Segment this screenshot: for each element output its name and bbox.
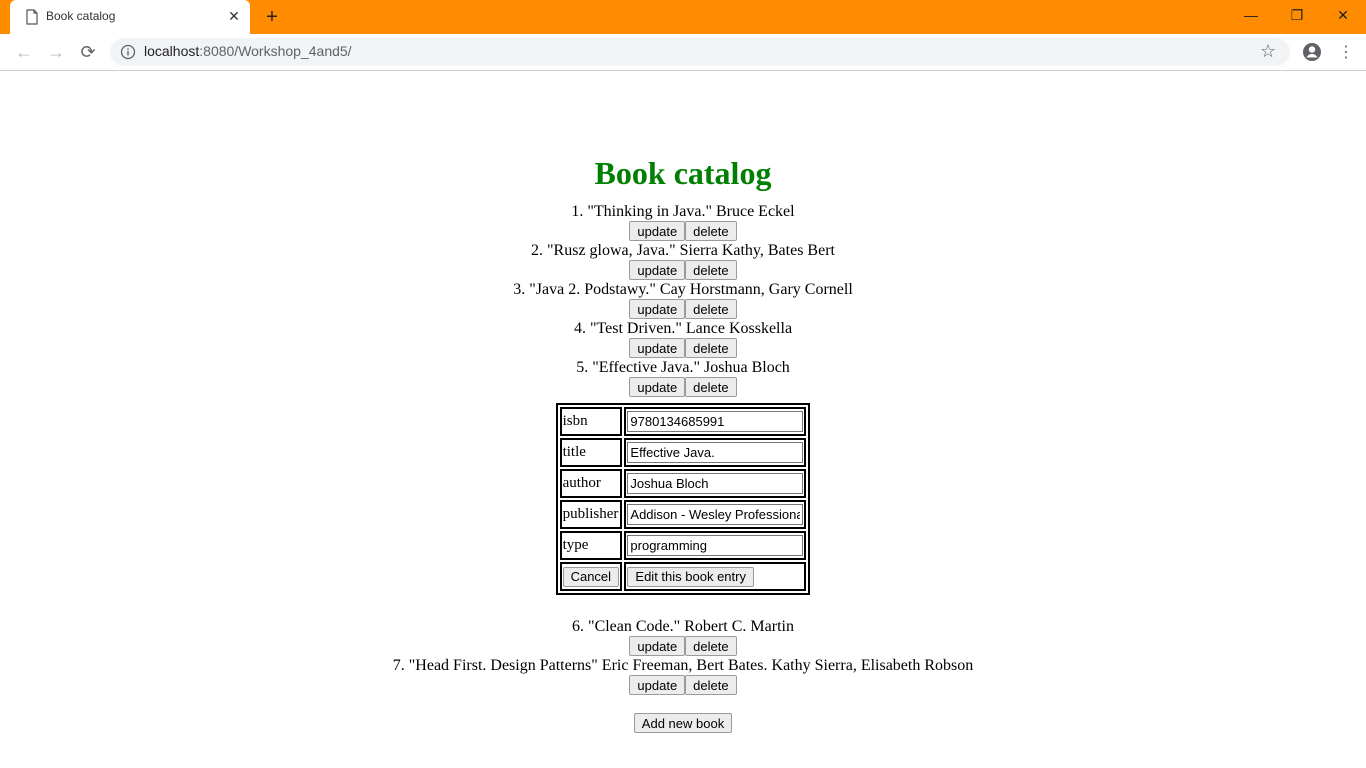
info-icon[interactable] bbox=[120, 44, 136, 60]
update-button[interactable]: update bbox=[629, 636, 686, 656]
type-label: type bbox=[559, 531, 623, 560]
url-text: localhost:8080/Workshop_4and5/ bbox=[144, 43, 352, 59]
edit-book-form: isbn title author publisher type Cancel bbox=[0, 397, 1366, 595]
book-actions-4: update delete bbox=[0, 338, 1366, 358]
delete-button[interactable]: delete bbox=[685, 260, 737, 280]
update-button[interactable]: update bbox=[629, 338, 686, 358]
update-button[interactable]: update bbox=[629, 260, 686, 280]
delete-button[interactable]: delete bbox=[685, 299, 737, 319]
page-title: Book catalog bbox=[594, 155, 772, 191]
delete-button[interactable]: delete bbox=[685, 338, 737, 358]
book-entry-3: 3. "Java 2. Podstawy." Cay Horstmann, Ga… bbox=[513, 281, 853, 298]
book-actions-7: update delete bbox=[0, 675, 1366, 695]
publisher-cell bbox=[624, 500, 807, 529]
book-actions-2: update delete bbox=[0, 260, 1366, 280]
book-entry-1: 1. "Thinking in Java." Bruce Eckel bbox=[571, 203, 795, 220]
book-entry-4: 4. "Test Driven." Lance Kosskella bbox=[573, 320, 793, 337]
delete-button[interactable]: delete bbox=[685, 221, 737, 241]
add-new-book-button[interactable]: Add new book bbox=[633, 713, 733, 733]
book-list: 1. "Thinking in Java." Bruce Eckel updat… bbox=[0, 202, 1366, 397]
book-actions-3: update delete bbox=[0, 299, 1366, 319]
address-bar[interactable]: localhost:8080/Workshop_4and5/ ☆ bbox=[110, 38, 1290, 66]
tab-title: Book catalog bbox=[46, 9, 116, 23]
window-close-button[interactable]: ✕ bbox=[1320, 0, 1366, 30]
book-list-continued: 6. "Clean Code." Robert C. Martin update… bbox=[0, 617, 1366, 695]
author-label: author bbox=[559, 469, 623, 498]
menu-dots-icon[interactable]: ⋮ bbox=[1338, 40, 1354, 64]
type-input[interactable] bbox=[627, 535, 804, 556]
edit-book-table: isbn title author publisher type Cancel bbox=[555, 403, 811, 595]
author-cell bbox=[624, 469, 807, 498]
url-path: :8080/Workshop_4and5/ bbox=[199, 43, 352, 59]
browser-title-bar: Book catalog ✕ + — ❐ ✕ bbox=[0, 0, 1366, 34]
book-actions-1: update delete bbox=[0, 221, 1366, 241]
update-button[interactable]: update bbox=[629, 299, 686, 319]
cancel-cell: Cancel bbox=[559, 562, 623, 591]
forward-arrow-icon[interactable]: → bbox=[44, 40, 68, 64]
book-entry-6: 6. "Clean Code." Robert C. Martin bbox=[572, 618, 794, 635]
tab-close-icon[interactable]: ✕ bbox=[226, 8, 242, 24]
edit-book-button[interactable]: Edit this book entry bbox=[627, 566, 754, 587]
browser-tab[interactable]: Book catalog ✕ bbox=[10, 0, 250, 34]
title-cell bbox=[624, 438, 807, 467]
update-button[interactable]: update bbox=[629, 675, 686, 695]
reload-icon[interactable]: ⟳ bbox=[76, 40, 100, 64]
minimize-button[interactable]: — bbox=[1228, 0, 1274, 30]
url-host: localhost bbox=[144, 43, 200, 59]
account-icon[interactable] bbox=[1302, 42, 1322, 62]
isbn-cell bbox=[624, 407, 807, 436]
cancel-button[interactable]: Cancel bbox=[562, 566, 620, 587]
new-tab-button[interactable]: + bbox=[262, 7, 282, 27]
submit-cell: Edit this book entry bbox=[624, 562, 807, 591]
title-label: title bbox=[559, 438, 623, 467]
isbn-label: isbn bbox=[559, 407, 623, 436]
update-button[interactable]: update bbox=[629, 377, 686, 397]
browser-toolbar: ← → ⟳ localhost:8080/Workshop_4and5/ ☆ ⋮ bbox=[0, 34, 1366, 71]
back-arrow-icon[interactable]: ← bbox=[12, 40, 36, 64]
delete-button[interactable]: delete bbox=[685, 636, 737, 656]
book-entry-2: 2. "Rusz glowa, Java." Sierra Kathy, Bat… bbox=[531, 242, 835, 259]
isbn-input[interactable] bbox=[627, 411, 804, 432]
publisher-input[interactable] bbox=[627, 504, 804, 525]
title-input[interactable] bbox=[627, 442, 804, 463]
book-entry-5: 5. "Effective Java." Joshua Bloch bbox=[576, 359, 790, 376]
update-button[interactable]: update bbox=[629, 221, 686, 241]
page-content: Book catalog 1. "Thinking in Java." Bruc… bbox=[0, 71, 1366, 733]
restore-button[interactable]: ❐ bbox=[1274, 0, 1320, 30]
delete-button[interactable]: delete bbox=[685, 377, 737, 397]
author-input[interactable] bbox=[627, 473, 804, 494]
book-actions-6: update delete bbox=[0, 636, 1366, 656]
page-icon bbox=[26, 9, 38, 25]
book-entry-7: 7. "Head First. Design Patterns" Eric Fr… bbox=[392, 657, 974, 674]
delete-button[interactable]: delete bbox=[685, 675, 737, 695]
add-book-row: Add new book bbox=[0, 695, 1366, 733]
publisher-label: publisher bbox=[559, 500, 623, 529]
bookmark-star-icon[interactable]: ☆ bbox=[1260, 41, 1276, 62]
book-actions-5: update delete bbox=[0, 377, 1366, 397]
type-cell bbox=[624, 531, 807, 560]
